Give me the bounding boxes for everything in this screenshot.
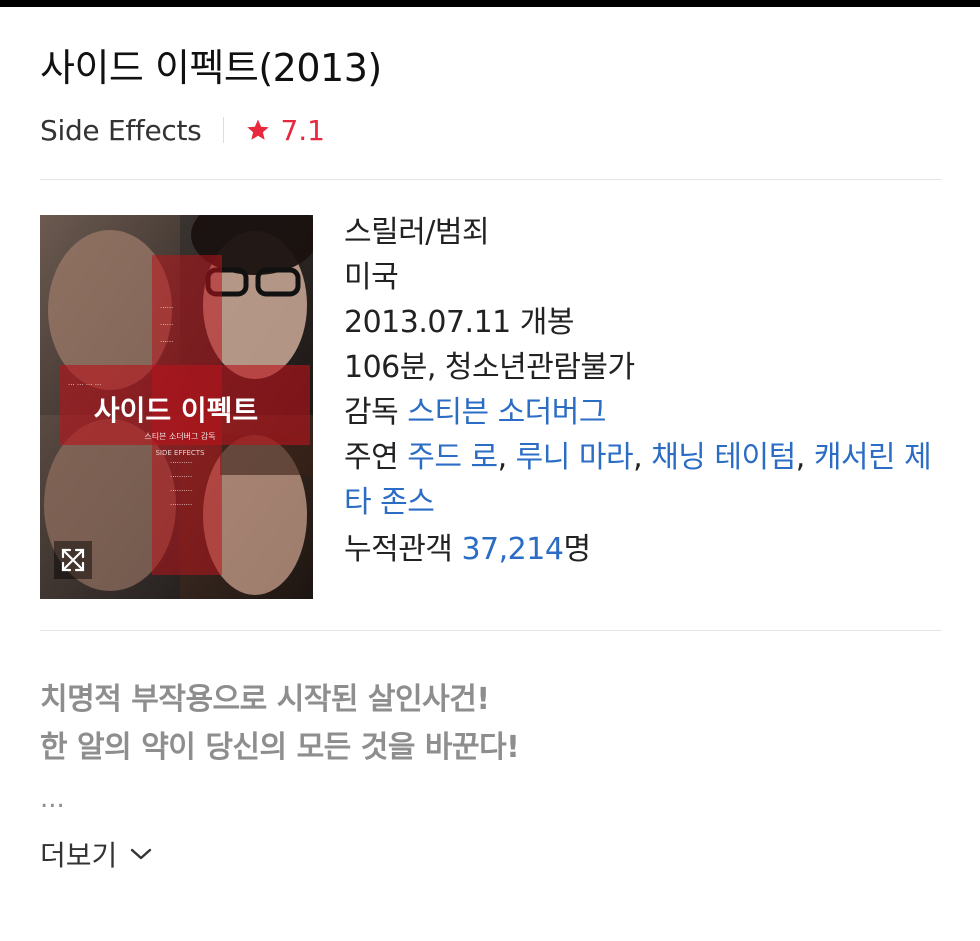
svg-text:··· ··· ··· ···: ··· ··· ··· ··· (68, 381, 101, 389)
audience-unit: 명 (563, 532, 591, 567)
more-button[interactable]: 더보기 (40, 834, 153, 874)
svg-text:······: ······ (160, 338, 173, 346)
original-title: Side Effects (40, 113, 202, 147)
director-label: 감독 (344, 395, 399, 430)
synopsis-line: 치명적 부작용으로 시작된 살인사건! (40, 682, 490, 717)
release-date: 2013.07.11 개봉 (344, 305, 575, 340)
svg-text:··········: ·········· (170, 501, 192, 509)
movie-info: 스릴러/범죄 미국 2013.07.11 개봉 106분, 청소년관람불가 감독… (344, 210, 944, 572)
synopsis-line: 한 알의 약이 당신의 모든 것을 바꾼다! (40, 730, 520, 765)
synopsis-ellipsis: ... (40, 784, 65, 814)
poster-title: 사이드 이펙트 (94, 394, 258, 427)
genre: 스릴러/범죄 (344, 215, 490, 250)
subtitle-row: Side Effects 7.1 (40, 110, 325, 150)
poster-director: 스티븐 소더버그 감독 (144, 431, 215, 441)
movie-title: 사이드 이펙트(2013) (40, 46, 382, 90)
movie-poster[interactable]: ······ ······ ······ ··· ··· ··· ··· ···… (40, 215, 313, 599)
svg-text:··········: ·········· (170, 473, 192, 481)
status-bar (0, 0, 980, 7)
more-label: 더보기 (40, 839, 118, 872)
runtime-rating: 106분, 청소년관람불가 (344, 350, 635, 385)
cast-row: 주연 주드 로, 루니 마라, 채닝 테이텀, 캐서린 제타 존스 (344, 440, 932, 520)
divider (223, 117, 225, 143)
chevron-down-icon (131, 848, 152, 860)
cast-link[interactable]: 채닝 테이텀 (651, 440, 796, 475)
audience-count: 37,214 (461, 532, 564, 567)
audience-row: 누적관객 37,214명 (344, 527, 944, 572)
poster-subtitle: SIDE EFFECTS (155, 449, 205, 457)
synopsis: 치명적 부작용으로 시작된 살인사건! 한 알의 약이 당신의 모든 것을 바꾼… (40, 676, 520, 772)
audience-label: 누적관객 (344, 532, 453, 567)
director-row: 감독 스티븐 소더버그 (344, 390, 944, 435)
director-link[interactable]: 스티븐 소더버그 (407, 395, 606, 430)
svg-text:··········: ·········· (170, 459, 192, 467)
star-icon (247, 119, 270, 140)
cast-link[interactable]: 루니 마라 (516, 440, 634, 475)
country: 미국 (344, 260, 399, 295)
svg-text:··········: ·········· (170, 487, 192, 495)
svg-text:······: ······ (160, 321, 173, 329)
cast-label: 주연 (344, 440, 399, 475)
svg-text:······: ······ (160, 304, 173, 312)
cast-link[interactable]: 주드 로 (407, 440, 498, 475)
expand-button[interactable] (54, 541, 92, 579)
rating-value: 7.1 (280, 113, 325, 147)
divider (40, 630, 942, 631)
expand-icon (61, 548, 85, 572)
divider (40, 179, 942, 180)
